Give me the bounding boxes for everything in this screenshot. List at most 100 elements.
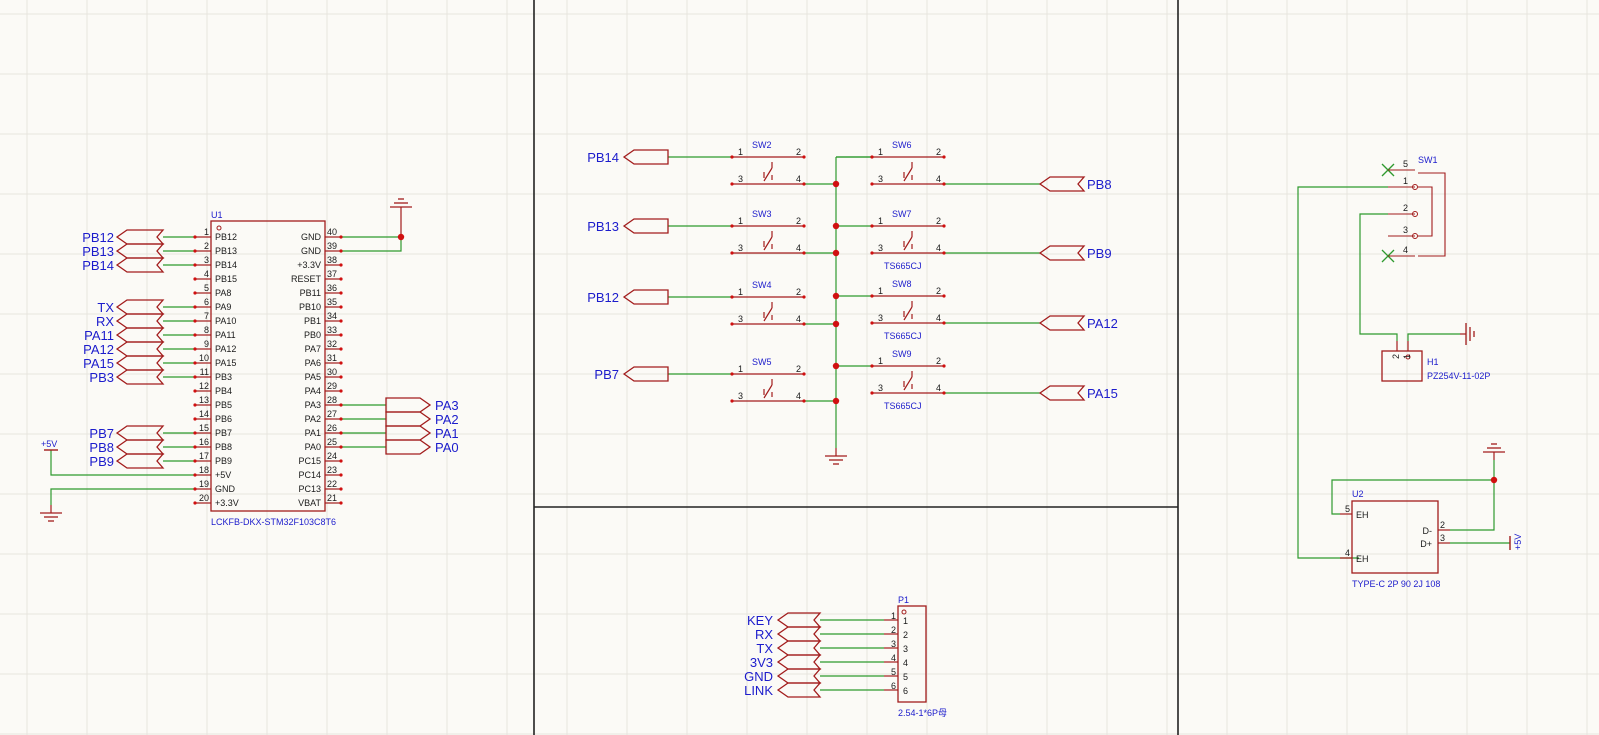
p1-pin-name: 2 — [903, 630, 908, 640]
u1-pin-number: 28 — [327, 395, 337, 405]
switch-pin-end — [942, 364, 946, 368]
u1-pin-end — [339, 501, 343, 505]
u1-net-label-flag — [385, 425, 432, 441]
u1-pin-name: PA7 — [305, 344, 321, 354]
u1-pin-end — [339, 333, 343, 337]
u2-pin-name: D- — [1423, 526, 1433, 536]
u1-pin-number: 25 — [327, 437, 337, 447]
u1-pin-number: 23 — [327, 465, 337, 475]
u1-value: LCKFB-DKX-STM32F103C8T6 — [211, 517, 336, 527]
switch-pin-number: 4 — [936, 243, 941, 253]
u1-pin-name: PB0 — [304, 330, 321, 340]
switch-pin-end — [730, 251, 734, 255]
sw1-pin-number: 5 — [1403, 159, 1408, 169]
u1-net-label: PB14 — [82, 258, 114, 273]
switch-pin-number: 2 — [936, 286, 941, 296]
u1-pin-name: PA4 — [305, 386, 321, 396]
u1-net-label-flag — [115, 257, 165, 273]
u1-pin-number: 13 — [199, 395, 209, 405]
switch-pin-number: 1 — [738, 287, 743, 297]
switch-net-label: PB8 — [1087, 177, 1112, 192]
switch-pin-end — [730, 155, 734, 159]
u1-pin-name: PB10 — [299, 302, 321, 312]
u1-gnd-junction — [397, 233, 405, 241]
sw1-pin-number: 4 — [1403, 245, 1408, 255]
switch-pin-end — [802, 399, 806, 403]
u1-pin-end — [339, 403, 343, 407]
u1-pin-name: PA6 — [305, 358, 321, 368]
u1-pin-name: PA10 — [215, 316, 236, 326]
switch-pin-number: 2 — [936, 216, 941, 226]
u1-pin-end — [193, 431, 197, 435]
u1-net-label: PB3 — [89, 370, 114, 385]
p1-net-label-flag — [776, 626, 822, 642]
switch-pin-end — [730, 182, 734, 186]
u1-net-label-flag — [115, 299, 165, 315]
switch-pin-number: 3 — [878, 383, 883, 393]
u1-pin-number: 26 — [327, 423, 337, 433]
switch-pin-number: 2 — [796, 147, 801, 157]
p1-pin-name: 5 — [903, 672, 908, 682]
u1-net-label-flag — [115, 453, 165, 469]
switch-net-label: PB7 — [594, 367, 619, 382]
wire — [1407, 333, 1460, 341]
switch-pin-end — [802, 155, 806, 159]
switch-pin-number: 1 — [738, 147, 743, 157]
u1-pin-end — [339, 389, 343, 393]
u1-pin-number: 33 — [327, 325, 337, 335]
switch-ref: SW9 — [892, 349, 912, 359]
u2-ref: U2 — [1352, 489, 1364, 499]
u1-ref: U1 — [211, 210, 223, 220]
schematic-canvas[interactable]: U1LCKFB-DKX-STM32F103C8T61 PB122 PB133 PB14… — [0, 0, 1599, 735]
u1-net-label-flag — [115, 341, 165, 357]
bus-junction — [832, 222, 840, 230]
switch-pin-end — [802, 224, 806, 228]
bus-junction — [832, 180, 840, 188]
p1-net-label: TX — [756, 641, 773, 656]
switch-pin-number: 1 — [878, 147, 883, 157]
switch-pin-number: 1 — [878, 216, 883, 226]
switch-pin-number: 1 — [878, 286, 883, 296]
u1-pin-number: 11 — [200, 367, 209, 377]
u1-pin-name: PB7 — [215, 428, 232, 438]
u1-net-label-flag — [115, 355, 165, 371]
switch-ref: SW5 — [752, 357, 772, 367]
u1-pin-number: 16 — [199, 437, 209, 447]
u1-pin-number: 12 — [199, 381, 209, 391]
wire — [341, 237, 402, 252]
switch-pin-number: 4 — [936, 313, 941, 323]
p1-pin-number: 5 — [891, 667, 896, 677]
switch-pin-number: 3 — [738, 243, 743, 253]
u1-pin-end — [193, 459, 197, 463]
u1-pin-name: PC15 — [298, 456, 321, 466]
u1-pin-end — [193, 501, 197, 505]
u1-pin-name: PA1 — [305, 428, 321, 438]
switch-net-label: PB14 — [587, 150, 619, 165]
u1-pin-name: +5V — [215, 470, 231, 480]
u1-pin-number: 29 — [327, 381, 337, 391]
u1-pin-number: 34 — [327, 311, 337, 321]
u1-pin-name: PA15 — [215, 358, 236, 368]
p1-net-label-flag — [776, 654, 822, 670]
sw1-pin-number: 3 — [1403, 225, 1408, 235]
switch-actuator — [903, 376, 913, 391]
p1-ref: P1 — [898, 595, 909, 605]
switch-pin-end — [870, 182, 874, 186]
u1-pin-number: 4 — [204, 269, 209, 279]
u1-pin-name: PA5 — [305, 372, 321, 382]
p1-net-label-flag — [776, 612, 822, 628]
h1-value: PZ254V-11-02P — [1427, 371, 1490, 381]
sw1-pin-number: 1 — [1403, 176, 1408, 186]
switch-pin-number: 3 — [738, 174, 743, 184]
wire — [50, 450, 195, 476]
p1-net-label: RX — [755, 627, 773, 642]
sw1-link — [1418, 186, 1433, 214]
wire — [50, 488, 195, 505]
u1-pin-number: 15 — [199, 423, 209, 433]
u1-pin-number: 32 — [327, 339, 337, 349]
switch-pin-number: 4 — [936, 383, 941, 393]
switch-pin-number: 2 — [796, 216, 801, 226]
sw1-ref: SW1 — [1418, 155, 1438, 165]
switch-pin-end — [730, 372, 734, 376]
switch-actuator — [763, 167, 773, 182]
